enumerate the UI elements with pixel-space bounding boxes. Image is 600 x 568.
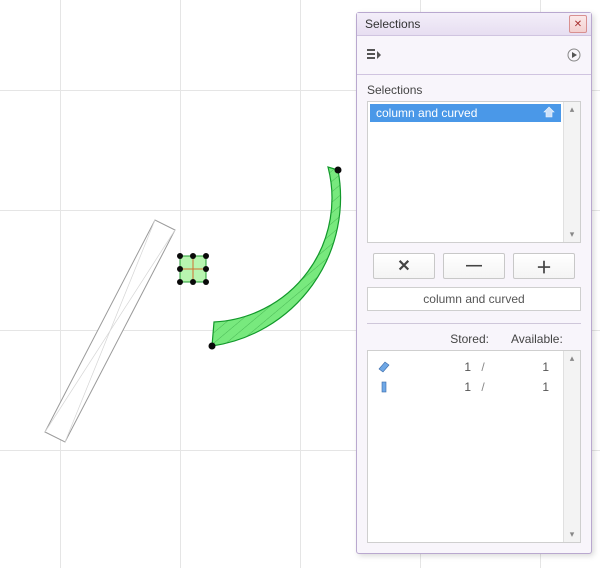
selection-list[interactable]: column and curved ▴ ▾ <box>367 101 581 243</box>
selection-list-scrollbar[interactable]: ▴ ▾ <box>563 102 580 242</box>
palette-title: Selections <box>365 17 420 31</box>
palette-toolbar <box>357 36 591 75</box>
scroll-down-icon[interactable]: ▾ <box>570 229 575 240</box>
column-element[interactable] <box>177 253 209 285</box>
selection-item[interactable]: column and curved <box>370 104 561 122</box>
delete-selection-button[interactable]: ✕ <box>373 253 435 279</box>
column-icon <box>372 380 396 394</box>
stored-row[interactable]: 1 / 1 <box>372 357 559 377</box>
selection-name-value: column and curved <box>423 292 524 306</box>
stored-slash: / <box>477 380 489 394</box>
add-to-selection-button[interactable]: ＋ <box>513 253 575 279</box>
scroll-down-icon[interactable]: ▾ <box>570 529 575 540</box>
available-count: 1 <box>489 360 559 374</box>
close-icon[interactable]: ✕ <box>569 15 587 33</box>
palette-titlebar[interactable]: Selections ✕ <box>357 13 591 36</box>
stored-row[interactable]: 1 / 1 <box>372 377 559 397</box>
stored-header-available: Available: <box>507 332 581 346</box>
palette-menu-icon[interactable] <box>365 46 383 64</box>
curved-wall-element[interactable] <box>209 167 342 350</box>
stored-list-scrollbar[interactable]: ▴ ▾ <box>563 351 580 542</box>
selection-item-label: column and curved <box>376 106 477 120</box>
stored-count: 1 <box>396 360 477 374</box>
available-count: 1 <box>489 380 559 394</box>
selections-section-label: Selections <box>357 75 591 101</box>
slab-element[interactable] <box>45 220 175 442</box>
selection-name-field[interactable]: column and curved <box>367 287 581 311</box>
scroll-up-icon[interactable]: ▴ <box>570 104 575 115</box>
stored-count: 1 <box>396 380 477 394</box>
wall-icon <box>372 360 396 374</box>
remove-from-selection-button[interactable]: — <box>443 253 505 279</box>
stored-header: Stored: Available: <box>367 328 581 350</box>
stored-list[interactable]: 1 / 1 1 / 1 ▴ ▾ <box>367 350 581 543</box>
palette-flyout-icon[interactable] <box>565 46 583 64</box>
selections-palette[interactable]: Selections ✕ Selections column and curve… <box>356 12 592 554</box>
selection-buttons-row: ✕ — ＋ <box>357 243 591 285</box>
palette-divider <box>367 323 581 324</box>
stored-slash: / <box>477 360 489 374</box>
stored-header-stored: Stored: <box>407 332 495 346</box>
home-icon <box>543 106 555 121</box>
scroll-up-icon[interactable]: ▴ <box>570 353 575 364</box>
